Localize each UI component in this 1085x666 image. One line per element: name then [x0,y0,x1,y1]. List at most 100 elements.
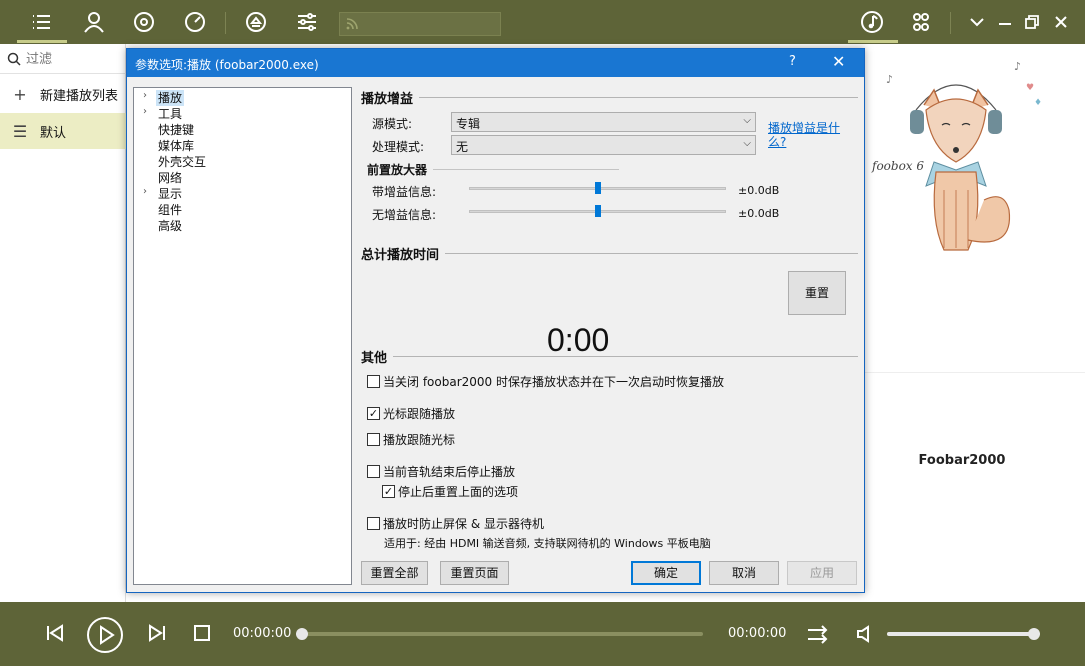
stop-after-track-checkbox[interactable]: 当前音轨结束后停止播放 [367,463,515,480]
settings-panel: 播放增益 源模式: 专辑 ⌵ 处理模式: 无 ⌵ 播放增益是什么? 前置放大器 … [352,77,864,592]
track-title: Foobar2000 [918,453,1006,468]
playlist-item-default[interactable]: ☰ 默认 [0,113,126,149]
dialog-close-button[interactable]: ✕ [832,52,845,71]
save-state-checkbox[interactable]: 当关闭 foobar2000 时保存播放状态并在下一次启动时恢复播放 [367,373,724,390]
restore-icon[interactable] [1021,10,1043,34]
dialog-titlebar: 参数选项:播放 (foobar2000.exe) ? ✕ [127,49,864,77]
repeat-icon[interactable] [806,623,830,645]
search-box[interactable] [339,12,501,36]
list-icon[interactable] [28,8,56,36]
next-icon[interactable] [146,622,168,644]
collapse-icon[interactable] [966,10,988,34]
process-mode-label: 处理模式: [372,140,425,154]
process-mode-select[interactable]: 无 ⌵ [451,135,756,155]
seek-handle[interactable] [296,628,308,640]
gauge-icon[interactable] [181,8,209,36]
filter-box [0,44,126,74]
reset-time-button[interactable]: 重置 [788,271,846,315]
checkbox-box[interactable] [367,465,380,478]
playback-follows-checkbox[interactable]: 播放跟随光标 [367,431,455,448]
disc-icon[interactable] [130,8,158,36]
expand-arrow-icon[interactable]: › [143,90,147,101]
source-mode-select[interactable]: 专辑 ⌵ [451,112,756,132]
with-rg-handle[interactable] [594,182,601,194]
without-rg-value: ±0.0dB [738,207,780,220]
reset-after-stop-checkbox[interactable]: ✓ 停止后重置上面的选项 [382,483,518,500]
without-rg-label: 无增益信息: [372,208,437,222]
svg-text:♪: ♪ [1014,60,1021,73]
preferences-dialog: 参数选项:播放 (foobar2000.exe) ? ✕ › 播放 › 工具 快… [126,48,865,593]
tree-item-tools[interactable]: 工具 [158,106,182,122]
new-playlist-button[interactable]: + 新建播放列表 [0,76,126,112]
filter-input[interactable] [26,50,122,68]
svg-text:♪: ♪ [886,73,893,86]
checkbox-box[interactable]: ✓ [382,485,395,498]
without-rg-handle[interactable] [594,205,601,217]
reset-all-button[interactable]: 重置全部 [361,561,428,585]
new-playlist-label: 新建播放列表 [40,88,119,104]
total-time: 00:00:00 [728,626,787,641]
grid-icon[interactable] [907,8,935,36]
chevron-down-icon: ⌵ [743,115,751,126]
tree-item-display[interactable]: 显示 [158,186,182,202]
chevron-down-icon: ⌵ [743,138,751,149]
close-window-icon[interactable] [1050,10,1072,34]
user-icon[interactable] [80,8,108,36]
minimize-icon[interactable] [994,10,1016,34]
checkbox-label: 播放跟随光标 [383,433,456,447]
help-button[interactable]: ? [789,54,796,69]
volume-handle[interactable] [1028,628,1040,640]
tree-item-advanced[interactable]: 高级 [158,218,182,234]
svg-text:♦: ♦ [1034,98,1042,108]
checkbox-box[interactable] [367,433,380,446]
tree-item-components[interactable]: 组件 [158,202,182,218]
music-note-icon[interactable] [858,8,886,36]
top-toolbar [0,0,1085,44]
toolbar-separator [225,12,226,34]
svg-text:♥: ♥ [1026,83,1034,93]
stop-icon[interactable] [192,623,212,643]
cursor-follows-checkbox[interactable]: ✓ 光标跟随播放 [367,405,455,422]
active-tab-indicator-right [848,40,898,43]
prevent-standby-checkbox[interactable]: 播放时防止屏保 & 显示器待机 [367,515,544,532]
checkbox-box[interactable] [367,375,380,388]
active-tab-indicator [17,40,67,43]
volume-icon[interactable] [854,623,876,645]
tree-item-library[interactable]: 媒体库 [158,138,194,154]
album-art: ♪ ♪ ♥ ♦ foobox 6 [864,50,1049,280]
eject-icon[interactable] [242,8,270,36]
cancel-button[interactable]: 取消 [709,561,779,585]
divider [840,372,1085,373]
dialog-title: 参数选项:播放 (foobar2000.exe) [135,58,319,72]
with-rg-label: 带增益信息: [372,185,437,199]
standby-note: 适用于: 经由 HDMI 输送音频, 支持联网待机的 Windows 平板电脑 [384,537,711,550]
source-mode-label: 源模式: [372,117,413,131]
rss-icon [346,18,358,30]
replaygain-heading: 播放增益 [361,88,858,107]
tree-item-shell[interactable]: 外壳交互 [158,154,206,170]
tree-item-network[interactable]: 网络 [158,170,182,186]
tree-item-shortcuts[interactable]: 快捷键 [158,122,194,138]
replaygain-help-link[interactable]: 播放增益是什么? [768,121,840,149]
expand-arrow-icon[interactable]: › [143,186,147,197]
seek-bar[interactable] [302,632,703,636]
checkbox-label: 停止后重置上面的选项 [398,485,519,499]
toolbar-separator [950,12,951,34]
previous-icon[interactable] [44,622,66,644]
expand-arrow-icon[interactable]: › [143,106,147,117]
play-icon[interactable] [86,616,124,654]
reset-page-button[interactable]: 重置页面 [440,561,509,585]
with-rg-value: ±0.0dB [738,184,780,197]
playlist-icon: ☰ [12,121,28,141]
checkbox-box[interactable]: ✓ [367,407,380,420]
art-caption: foobox 6 [871,159,924,173]
ok-button[interactable]: 确定 [631,561,701,585]
playlist-label: 默认 [40,125,67,141]
apply-button[interactable]: 应用 [787,561,857,585]
preamp-heading: 前置放大器 [367,161,619,178]
checkbox-label: 光标跟随播放 [383,407,456,421]
tree-item-playback[interactable]: 播放 [156,90,185,106]
equalizer-icon[interactable] [293,8,321,36]
sidebar: + 新建播放列表 ☰ 默认 [0,44,126,602]
checkbox-box[interactable] [367,517,380,530]
